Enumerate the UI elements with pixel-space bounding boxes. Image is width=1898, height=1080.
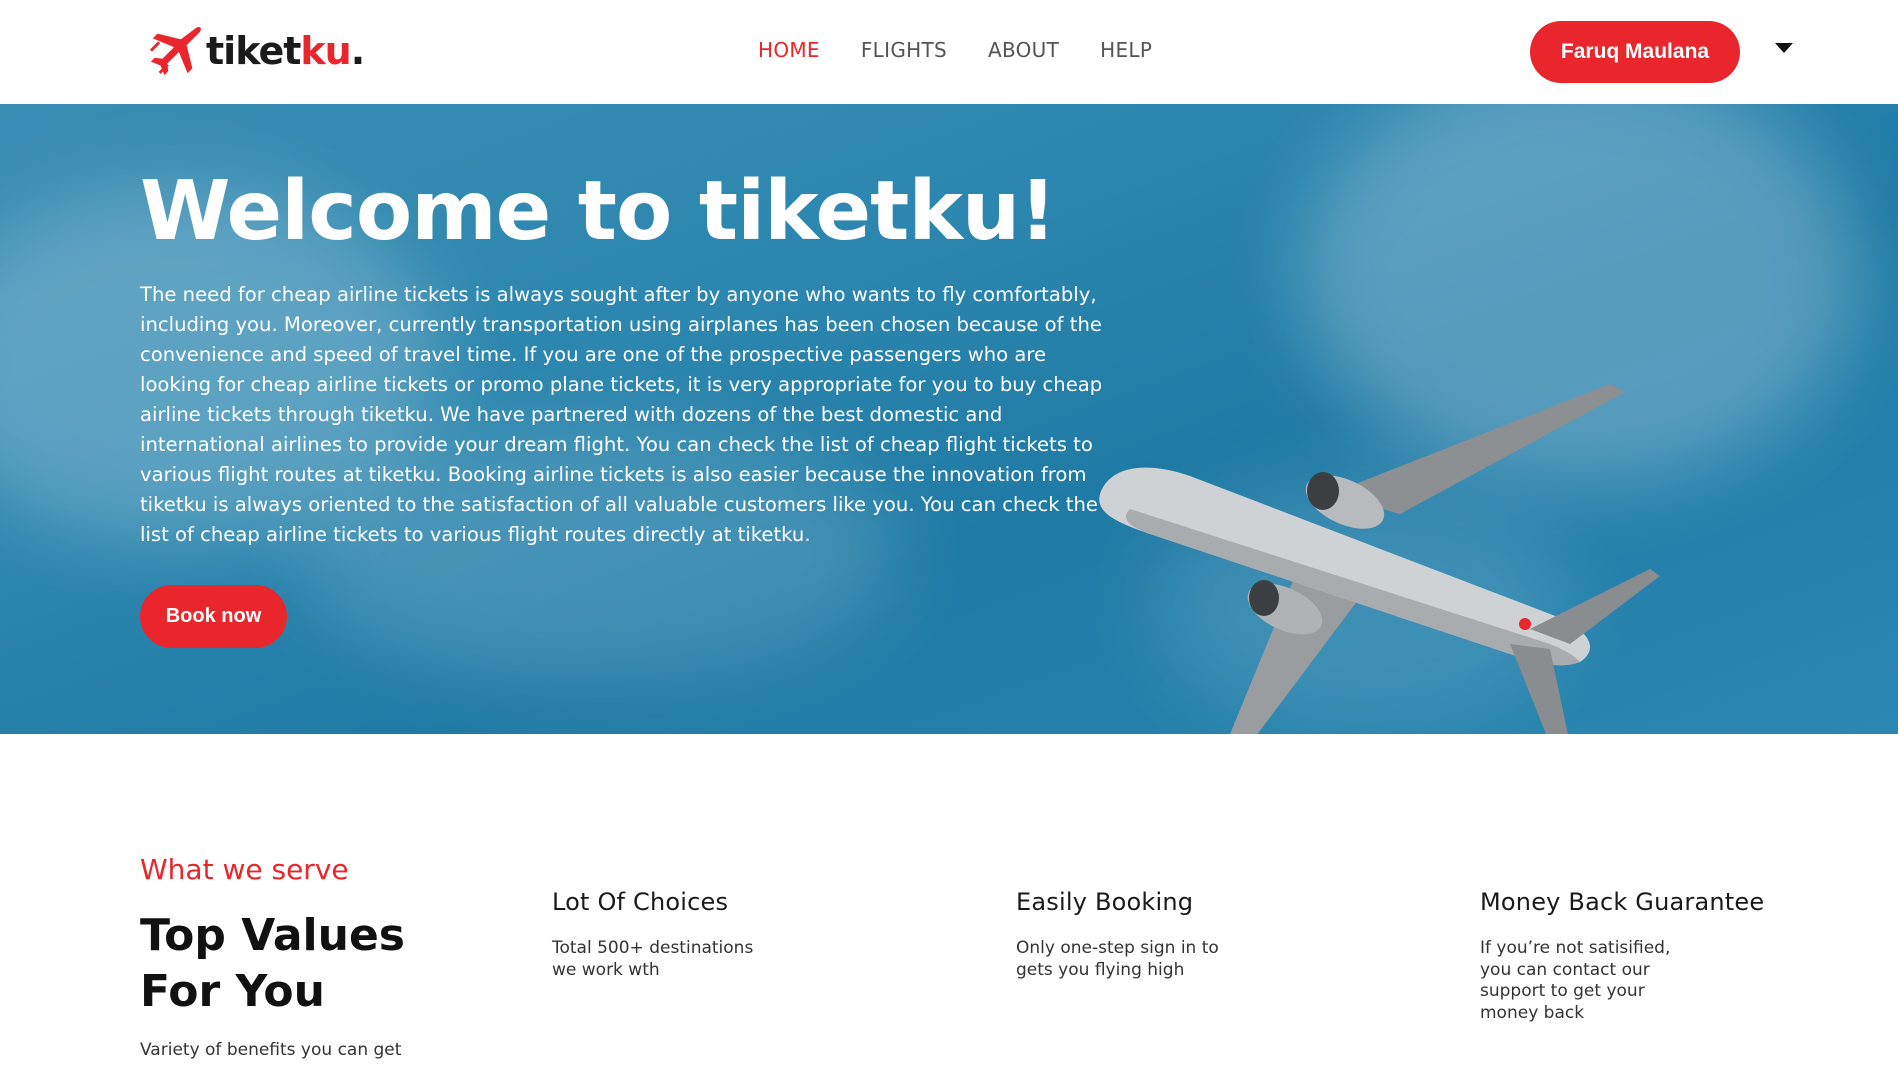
brand-logo[interactable]: tiketku.: [146, 22, 365, 80]
hero-banner: Welcome to tiketku! The need for cheap a…: [0, 104, 1898, 734]
navbar: tiketku. HOME FLIGHTS ABOUT HELP Faruq M…: [0, 0, 1898, 104]
feature-card-choices: Lot Of Choices Total 500+ destinations w…: [552, 888, 782, 981]
brand-name-dot: .: [350, 29, 365, 73]
brand-name-main: tiket: [206, 29, 301, 73]
airplane-logo-icon: [149, 27, 201, 76]
feature-card-guarantee: Money Back Guarantee If you’re not satis…: [1480, 888, 1765, 1024]
hero-description: The need for cheap airline tickets is al…: [140, 283, 1103, 546]
nav-link-home[interactable]: HOME: [758, 38, 820, 62]
nav-link-help[interactable]: HELP: [1100, 38, 1152, 62]
main-nav: HOME FLIGHTS ABOUT HELP: [758, 38, 1152, 62]
brand-name: tiketku.: [206, 29, 365, 73]
section-label: What we serve: [140, 853, 349, 886]
feature-card-booking: Easily Booking Only one-step sign in to …: [1016, 888, 1246, 981]
book-now-button[interactable]: Book now: [140, 585, 287, 648]
feature-text: If you’re not satisified, you can contac…: [1480, 938, 1671, 1023]
hero-title: Welcome to tiketku!: [140, 164, 1057, 259]
caret-down-icon[interactable]: [1775, 43, 1793, 53]
nav-link-about[interactable]: ABOUT: [988, 38, 1059, 62]
brand-name-accent: ku: [300, 29, 351, 73]
feature-text: Only one-step sign in to gets you flying…: [1016, 938, 1219, 980]
section-title: Top Values For You: [140, 910, 405, 1017]
user-profile-button[interactable]: Faruq Maulana: [1530, 21, 1740, 83]
feature-title: Lot Of Choices: [552, 888, 729, 916]
nav-link-flights[interactable]: FLIGHTS: [861, 38, 947, 62]
feature-text: Total 500+ destinations we work wth: [552, 938, 754, 980]
airplane-image: [1099, 384, 1660, 734]
feature-title: Easily Booking: [1016, 888, 1194, 916]
feature-title: Money Back Guarantee: [1480, 888, 1765, 916]
section-subtitle: Variety of benefits you can get: [140, 1040, 402, 1060]
